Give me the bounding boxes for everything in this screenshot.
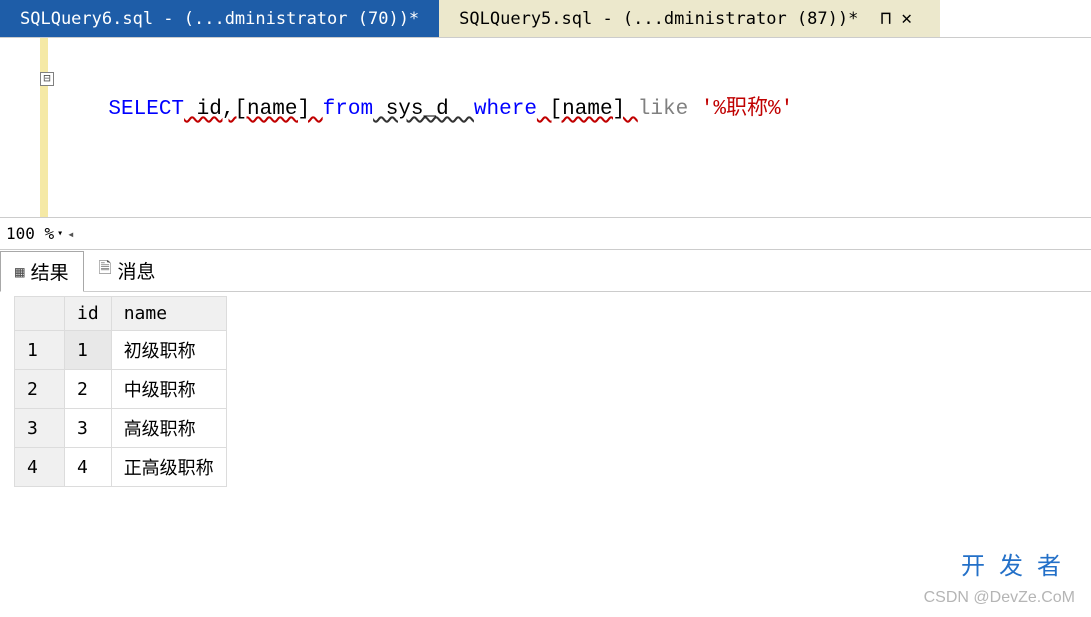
gutter <box>0 38 40 217</box>
line-highlight <box>40 38 48 217</box>
table-row[interactable]: 2 2 中级职称 <box>15 370 227 409</box>
zoom-value: 100 % <box>6 224 54 243</box>
sql-string: '%职称%' <box>688 98 793 121</box>
document-tabs: SQLQuery6.sql - (...dministrator (70))* … <box>0 0 1091 38</box>
cell-id[interactable]: 1 <box>65 331 112 370</box>
cell-id[interactable]: 2 <box>65 370 112 409</box>
col-header-name[interactable]: name <box>111 297 226 331</box>
kw-like: like <box>638 98 688 121</box>
close-icon[interactable]: ✕ <box>901 8 912 29</box>
tab-messages[interactable]: 🗎 消息 <box>84 250 171 291</box>
zoom-bar: 100 % ▾ ◂ <box>0 218 1091 250</box>
dropdown-icon: ▾ <box>57 228 63 239</box>
table-icon: ▦ <box>15 262 25 281</box>
cell-name[interactable]: 高级职称 <box>111 409 226 448</box>
col-header-id[interactable]: id <box>65 297 112 331</box>
tab-inactive-label: SQLQuery5.sql - (...dministrator (87))* <box>459 9 858 29</box>
watermark-brand: 开发者 <box>961 546 1075 581</box>
tab-results[interactable]: ▦ 结果 <box>0 251 84 292</box>
tab-results-label: 结果 <box>31 258 69 285</box>
pin-icon[interactable]: ⊓ <box>880 8 891 29</box>
cell-id[interactable]: 3 <box>65 409 112 448</box>
tab-messages-label: 消息 <box>118 257 156 284</box>
row-number: 2 <box>15 370 65 409</box>
table-row[interactable]: 1 1 初级职称 <box>15 331 227 370</box>
row-number: 4 <box>15 448 65 487</box>
sql-table: sys_d <box>373 98 474 121</box>
table-row[interactable]: 4 4 正高级职称 <box>15 448 227 487</box>
kw-where: where <box>474 98 537 121</box>
page-icon: 🗎 <box>99 257 112 284</box>
grid-corner <box>15 297 65 331</box>
table-row[interactable]: 3 3 高级职称 <box>15 409 227 448</box>
row-number: 1 <box>15 331 65 370</box>
result-tabs: ▦ 结果 🗎 消息 <box>0 250 1091 292</box>
tab-active[interactable]: SQLQuery6.sql - (...dministrator (70))* <box>0 0 439 37</box>
cell-name[interactable]: 正高级职称 <box>111 448 226 487</box>
row-number: 3 <box>15 409 65 448</box>
cell-name[interactable]: 中级职称 <box>111 370 226 409</box>
results-grid[interactable]: id name 1 1 初级职称 2 2 中级职称 3 3 高级职称 4 4 正… <box>14 296 227 487</box>
sql-cols: id,[name] <box>184 98 323 121</box>
scroll-left-icon[interactable]: ◂ <box>67 227 74 241</box>
sql-col2: [name] <box>537 98 638 121</box>
cell-id[interactable]: 4 <box>65 448 112 487</box>
collapse-icon[interactable]: ⊟ <box>40 72 54 86</box>
tab-controls: ⊓ ✕ <box>872 8 920 29</box>
zoom-combo[interactable]: 100 % ▾ <box>6 224 63 243</box>
editor-pane: ⊟ SELECT id,[name] from sys_d where [name… <box>0 38 1091 218</box>
cell-name[interactable]: 初级职称 <box>111 331 226 370</box>
kw-select: SELECT <box>108 98 184 121</box>
tab-inactive[interactable]: SQLQuery5.sql - (...dministrator (87))* … <box>439 0 940 37</box>
sql-editor[interactable]: ⊟SELECT id,[name] from sys_d where [name… <box>48 38 1091 217</box>
watermark-url: CSDN @DevZe.CoM <box>924 589 1075 607</box>
kw-from: from <box>323 98 373 121</box>
